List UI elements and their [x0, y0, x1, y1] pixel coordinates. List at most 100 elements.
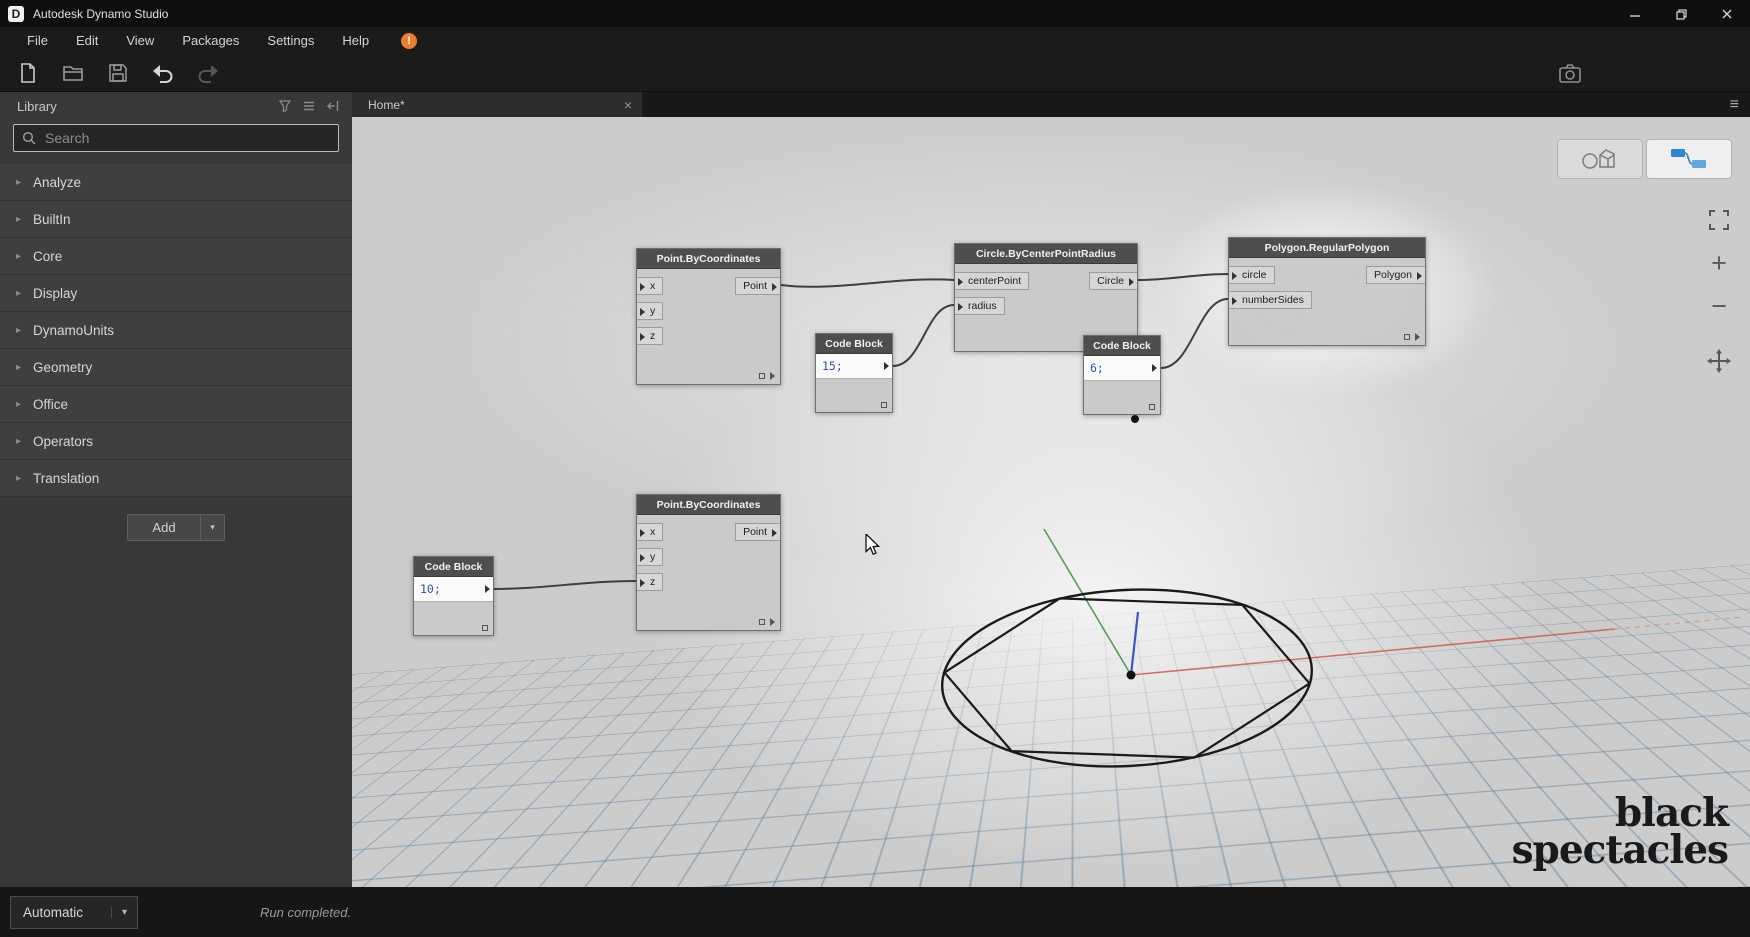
search-input[interactable] [43, 129, 330, 147]
node-title[interactable]: Circle.ByCenterPointRadius [955, 244, 1137, 264]
output-port-polygon[interactable]: Polygon [1366, 266, 1425, 284]
preview-toggle-icon[interactable] [482, 625, 488, 631]
chevron-right-icon: ▸ [16, 436, 33, 447]
preview-toggle-icon[interactable] [1404, 334, 1410, 340]
input-port-radius[interactable]: radius [955, 297, 1005, 315]
output-port-point[interactable]: Point [735, 277, 780, 295]
tab-home[interactable]: Home* × [352, 92, 642, 117]
node-point-bycoordinates-1[interactable]: Point.ByCoordinates x Point y z [636, 248, 781, 385]
menu-help[interactable]: Help [328, 27, 383, 54]
node-footer-icons[interactable] [482, 625, 488, 631]
input-port-z[interactable]: z [637, 573, 663, 591]
close-button[interactable] [1704, 0, 1750, 27]
sidebar-item-translation[interactable]: ▸Translation [0, 460, 352, 497]
undo-button[interactable] [150, 60, 176, 86]
menu-settings[interactable]: Settings [253, 27, 328, 54]
node-code-block-6[interactable]: Code Block 6; [1083, 335, 1161, 415]
close-icon [1721, 8, 1733, 20]
tab-close-icon[interactable]: × [624, 98, 632, 112]
input-port-circle[interactable]: circle [1229, 266, 1275, 284]
minimize-button[interactable] [1612, 0, 1658, 27]
code-block-value[interactable]: 15; [816, 354, 892, 379]
preview-toggle-icon[interactable] [759, 373, 765, 379]
workspace-canvas[interactable]: Point.ByCoordinates x Point y z Code Blo… [352, 117, 1750, 887]
code-block-value[interactable]: 6; [1084, 356, 1160, 381]
sidebar-item-core[interactable]: ▸Core [0, 238, 352, 275]
pan-button[interactable] [1698, 349, 1740, 378]
preview-toggle-icon[interactable] [1149, 404, 1155, 410]
input-port-y[interactable]: y [637, 548, 663, 566]
list-view-icon[interactable] [302, 99, 316, 113]
preview-toggle-icon[interactable] [881, 402, 887, 408]
input-port-numbersides[interactable]: numberSides [1229, 291, 1312, 309]
node-point-bycoordinates-2[interactable]: Point.ByCoordinates x Point y z [636, 494, 781, 631]
canvas-glow [352, 117, 1750, 887]
filter-icon[interactable] [278, 99, 292, 113]
menu-bar: File Edit View Packages Settings Help ! [0, 27, 1750, 54]
menu-view[interactable]: View [112, 27, 168, 54]
input-port-z[interactable]: z [637, 327, 663, 345]
chevron-right-icon: ▸ [16, 177, 33, 188]
node-title[interactable]: Point.ByCoordinates [637, 495, 780, 515]
node-footer-icons[interactable] [759, 618, 775, 626]
code-block-value[interactable]: 10; [414, 577, 493, 602]
node-footer-icons[interactable] [759, 372, 775, 380]
notification-alert-icon[interactable]: ! [401, 33, 417, 49]
chevron-down-icon[interactable]: ▾ [111, 907, 137, 918]
run-mode-dropdown[interactable]: Automatic ▾ [10, 896, 138, 929]
export-workspace-image-button[interactable] [1557, 60, 1583, 86]
sidebar-item-display[interactable]: ▸Display [0, 275, 352, 312]
redo-button[interactable] [195, 60, 221, 86]
node-polygon-regularpolygon[interactable]: Polygon.RegularPolygon circle Polygon nu… [1228, 237, 1426, 346]
undo-icon [151, 63, 175, 83]
input-port-x[interactable]: x [637, 277, 663, 295]
preview-toggle-icon[interactable] [759, 619, 765, 625]
node-title[interactable]: Code Block [816, 334, 892, 354]
collapse-panel-icon[interactable] [326, 99, 340, 113]
sidebar-item-analyze[interactable]: ▸Analyze [0, 164, 352, 201]
chevron-down-icon[interactable]: ▾ [200, 515, 224, 540]
input-port-x[interactable]: x [637, 523, 663, 541]
geometry-preview [352, 117, 1750, 887]
node-wires[interactable] [352, 117, 1750, 887]
sidebar-item-operators[interactable]: ▸Operators [0, 423, 352, 460]
node-code-block-10[interactable]: Code Block 10; [413, 556, 494, 636]
new-file-icon [17, 62, 39, 84]
node-footer-icons[interactable] [1149, 404, 1155, 410]
expand-node-icon[interactable] [1415, 333, 1420, 341]
save-button[interactable] [105, 60, 131, 86]
sidebar-item-geometry[interactable]: ▸Geometry [0, 349, 352, 386]
restore-button[interactable] [1658, 0, 1704, 27]
node-title[interactable]: Point.ByCoordinates [637, 249, 780, 269]
graph-view-button[interactable] [1646, 139, 1732, 179]
node-footer-icons[interactable] [881, 402, 887, 408]
add-package-button[interactable]: Add ▾ [127, 514, 225, 541]
new-file-button[interactable] [15, 60, 41, 86]
output-port-point[interactable]: Point [735, 523, 780, 541]
open-file-button[interactable] [60, 60, 86, 86]
sidebar-item-dynamounits[interactable]: ▸DynamoUnits [0, 312, 352, 349]
input-port-y[interactable]: y [637, 302, 663, 320]
sidebar-item-office[interactable]: ▸Office [0, 386, 352, 423]
zoom-out-button[interactable]: − [1698, 293, 1740, 320]
expand-node-icon[interactable] [770, 618, 775, 626]
tab-list-menu-icon[interactable]: ≡ [1730, 96, 1739, 114]
expand-node-icon[interactable] [770, 372, 775, 380]
workspace: Home* × ≡ [352, 92, 1750, 887]
node-title[interactable]: Code Block [1084, 336, 1160, 356]
node-footer-icons[interactable] [1404, 333, 1420, 341]
node-code-block-15[interactable]: Code Block 15; [815, 333, 893, 413]
fit-view-button[interactable] [1698, 209, 1740, 236]
input-port-centerpoint[interactable]: centerPoint [955, 272, 1029, 290]
menu-edit[interactable]: Edit [62, 27, 112, 54]
sidebar-item-builtin[interactable]: ▸BuiltIn [0, 201, 352, 238]
geometry-view-button[interactable] [1557, 139, 1643, 179]
node-title[interactable]: Code Block [414, 557, 493, 577]
menu-file[interactable]: File [13, 27, 62, 54]
output-port-circle[interactable]: Circle [1089, 272, 1137, 290]
fit-view-icon [1708, 209, 1730, 231]
node-title[interactable]: Polygon.RegularPolygon [1229, 238, 1425, 258]
main-area: Library ▸Analyze ▸BuiltIn ▸Core ▸Display… [0, 92, 1750, 887]
zoom-in-button[interactable]: + [1698, 250, 1740, 277]
menu-packages[interactable]: Packages [168, 27, 253, 54]
